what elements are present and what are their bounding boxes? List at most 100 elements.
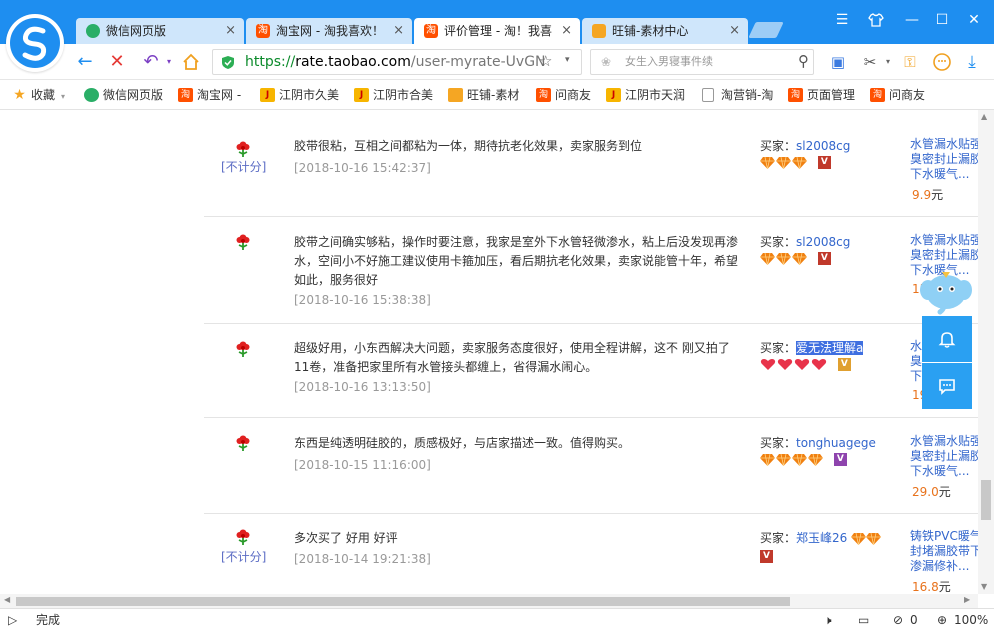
diamond-icon xyxy=(760,252,775,266)
scroll-left-icon[interactable]: ◀ xyxy=(4,595,10,604)
search-input[interactable]: 女生入男寝事件续 xyxy=(625,50,713,74)
extension-icon[interactable]: ▣ xyxy=(828,52,848,72)
item-link[interactable]: 水管漏水贴强 臭密封止漏胶 下水暖气... xyxy=(910,137,978,182)
jiangyin-icon: J xyxy=(260,88,275,102)
diamond-icon xyxy=(808,453,823,467)
reviews-list: [不计分] 胶带很粘，互相之间都粘为一体，期待抗老化效果，卖家服务到位 [201… xyxy=(0,110,978,594)
bookmark-item[interactable]: 微信网页版 xyxy=(84,86,163,104)
new-tab-button[interactable] xyxy=(748,22,784,38)
search-icon[interactable]: ⚲ xyxy=(798,52,809,70)
review-date: [2018-10-14 19:21:38] xyxy=(294,552,431,566)
close-icon[interactable]: × xyxy=(561,18,572,44)
bookmark-item[interactable]: J 江阴市合美 xyxy=(354,86,433,104)
review-text: 胶带之间确实够粘，操作时要注意，我家是室外下水管轻微渗水，粘上后没发现再渗水，空… xyxy=(294,235,739,287)
minimize-icon[interactable]: — xyxy=(902,10,922,30)
scissors-dropdown-icon[interactable]: ▾ xyxy=(878,52,898,72)
maximize-icon[interactable]: ☐ xyxy=(932,10,952,30)
heart-icon xyxy=(811,358,827,371)
sidebar-toggle-icon[interactable]: ▷ xyxy=(8,612,17,628)
scroll-up-icon[interactable]: ▲ xyxy=(981,112,987,121)
tab-title: 淘宝网 - 淘我喜欢！ xyxy=(276,24,384,38)
review-text: 东西是纯透明硅胶的，质感极好，与店家描述一致。值得购买。 xyxy=(294,436,631,450)
close-icon[interactable]: × xyxy=(393,18,404,44)
buyer-name-link[interactable]: tonghuagege xyxy=(796,436,876,450)
item-price: 29.0元 xyxy=(912,485,951,499)
buyer-level: V xyxy=(760,358,852,372)
buyer-name-link[interactable]: 爱无法理解a xyxy=(796,341,864,355)
window-icon[interactable]: ▭ xyxy=(858,612,869,628)
item-link[interactable]: 水管漏水贴强 臭密封止漏胶 下水暖气... xyxy=(910,434,978,479)
bookmark-item[interactable]: 淘 页面管理 xyxy=(788,86,855,104)
undo-dropdown-icon[interactable]: ▾ xyxy=(158,51,180,73)
close-icon[interactable]: × xyxy=(225,18,236,44)
item-link[interactable]: 铸铁PVC暖气 封堵漏胶带下 渗漏修补... xyxy=(910,529,978,574)
mascot-icon[interactable] xyxy=(918,268,974,318)
back-icon[interactable]: ← xyxy=(74,51,96,73)
scroll-right-icon[interactable]: ▶ xyxy=(964,595,970,604)
scrollbar-thumb[interactable] xyxy=(981,480,991,520)
flower-icon xyxy=(236,341,250,357)
url-dropdown-icon[interactable]: ▾ xyxy=(565,55,570,65)
buyer-level: V xyxy=(760,252,832,266)
flower-icon xyxy=(236,435,250,451)
scroll-down-icon[interactable]: ▼ xyxy=(981,582,987,591)
tab-taobao[interactable]: 淘 淘宝网 - 淘我喜欢！ × xyxy=(246,18,412,44)
zoom-icon[interactable]: ⊕ xyxy=(937,612,947,628)
sound-icon[interactable]: 🕨 xyxy=(824,612,832,628)
bookmark-favorites[interactable]: ★ 收藏 ▾ xyxy=(12,86,65,104)
flower-icon xyxy=(236,234,250,250)
not-counted-label: [不计分] xyxy=(221,160,267,174)
download-counter-icon[interactable]: ⊘ xyxy=(893,612,903,628)
heart-icon xyxy=(760,358,776,371)
url-bar[interactable]: https://rate.taobao.com/user-myrate-UvGN… xyxy=(212,49,582,75)
taobao-icon: 淘 xyxy=(870,88,885,102)
notification-button[interactable] xyxy=(922,316,972,362)
bookmark-item[interactable]: 淘营销-淘 xyxy=(702,86,773,104)
item-price: 16.8元 xyxy=(912,580,951,594)
buyer-info: 买家：郑玉峰26 xyxy=(760,529,882,546)
vertical-scrollbar[interactable]: ▲ ▼ xyxy=(978,110,994,594)
search-box[interactable]: ❀ 女生入男寝事件续 ⚲ xyxy=(590,49,814,75)
jiangyin-icon: J xyxy=(606,88,621,102)
buyer-name-link[interactable]: 郑玉峰26 xyxy=(796,531,847,545)
chat-button[interactable] xyxy=(922,363,972,409)
tab-wechat[interactable]: 微信网页版 × xyxy=(76,18,244,44)
tab-title: 微信网页版 xyxy=(106,24,167,38)
scissors-icon[interactable]: ✂ xyxy=(860,52,880,72)
emoji-icon[interactable] xyxy=(932,52,952,72)
diamond-icon xyxy=(792,453,807,467)
download-count: 0 xyxy=(910,613,918,627)
zoom-level[interactable]: 100% xyxy=(954,612,988,628)
bookmark-item[interactable]: 淘 问商友 xyxy=(870,86,925,104)
close-icon[interactable]: × xyxy=(729,18,740,44)
review-date: [2018-10-15 11:16:00] xyxy=(294,458,431,472)
status-text: 完成 xyxy=(36,613,61,627)
buyer-name-link[interactable]: sl2008cg xyxy=(796,139,850,153)
url-scheme: https:// xyxy=(245,54,296,70)
stop-icon[interactable]: ✕ xyxy=(106,51,128,73)
taobao-icon: 淘 xyxy=(256,24,270,38)
flower-icon xyxy=(236,529,250,545)
buyer-name-link[interactable]: sl2008cg xyxy=(796,235,850,249)
bookmark-item[interactable]: 淘 淘宝网 - xyxy=(178,86,241,104)
close-window-icon[interactable]: ✕ xyxy=(964,10,984,30)
menu-icon[interactable]: ☰ xyxy=(832,10,852,30)
bookmark-item[interactable]: 旺铺-素材 xyxy=(448,86,519,104)
tab-bar: 微信网页版 × 淘 淘宝网 - 淘我喜欢！ × 淘 评价管理 - 淘！我喜 × … xyxy=(0,0,994,44)
tab-wangpu[interactable]: 旺铺-素材中心 × xyxy=(582,18,748,44)
key-icon[interactable]: ⚿ xyxy=(900,52,920,72)
buyer-info: 买家：tonghuagege xyxy=(760,436,876,450)
diamond-icon xyxy=(792,252,807,266)
bookmark-item[interactable]: J 江阴市久美 xyxy=(260,86,339,104)
scrollbar-thumb[interactable] xyxy=(16,597,790,606)
taobao-icon: 淘 xyxy=(424,24,438,38)
bookmark-item[interactable]: 淘 问商友 xyxy=(536,86,591,104)
horizontal-scrollbar[interactable]: ◀ ▶ xyxy=(0,594,978,608)
diamond-icon xyxy=(760,453,775,467)
bookmark-star-icon[interactable]: ☆ xyxy=(539,52,552,70)
tab-rate-manage[interactable]: 淘 评价管理 - 淘！我喜 × xyxy=(414,18,580,44)
bookmark-item[interactable]: J 江阴市天润 xyxy=(606,86,685,104)
skin-icon[interactable] xyxy=(866,10,886,30)
home-icon[interactable] xyxy=(180,51,202,73)
download-icon[interactable]: ⤓ xyxy=(962,52,982,72)
